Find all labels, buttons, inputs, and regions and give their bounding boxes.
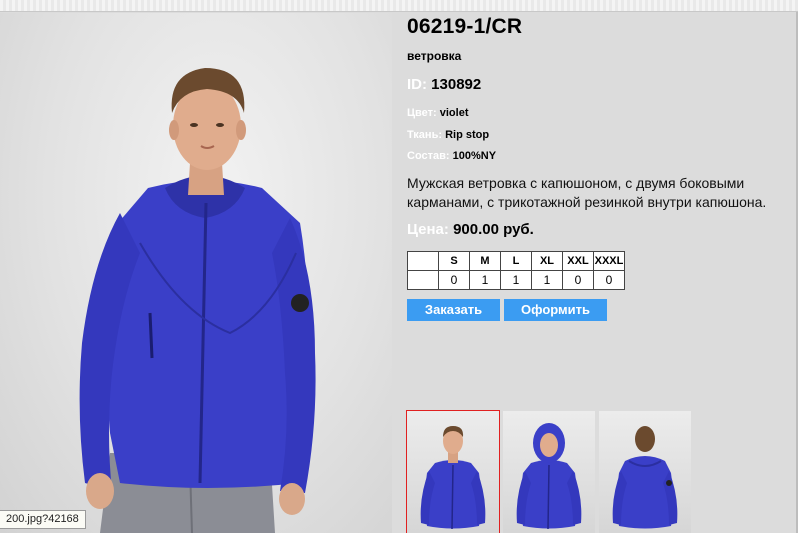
color-label: Цвет: [407,107,437,119]
size-qty-xxxl[interactable]: 0 [593,270,625,290]
size-header-blank [407,251,439,271]
color-value: violet [439,107,469,119]
thumbnail-back[interactable] [599,411,691,533]
size-header-row: S M L XL XXL XXXL [407,251,625,271]
product-type: ветровка [407,49,462,63]
main-product-photo [0,13,392,533]
thumbnail-hood-up[interactable] [503,411,595,533]
composition-value: 100%NY [452,150,497,162]
checkout-button[interactable]: Оформить [504,299,607,321]
product-id-row: ID: 130892 [407,76,481,93]
product-description: Мужская ветровка с капюшоном, с двумя бо… [407,175,767,210]
price-label: Цена: [407,221,449,238]
size-qty-s[interactable]: 0 [438,270,470,290]
price-value: 900.00 руб. [453,221,534,238]
size-header-m: M [469,251,501,271]
size-header-xxl: XXL [562,251,594,271]
order-button[interactable]: Заказать [407,299,500,321]
browser-top-strip [0,0,798,12]
product-sku-title: 06219-1/CR [407,15,523,38]
size-header-l: L [500,251,532,271]
status-bar-url: 200.jpg?42168 [0,510,86,529]
size-qty-xl[interactable]: 1 [531,270,563,290]
size-qty-blank [407,270,439,290]
size-availability-table: S M L XL XXL XXXL 0 1 1 1 0 0 [407,251,625,290]
size-header-s: S [438,251,470,271]
fabric-row: Ткань: Rip stop [407,129,489,141]
size-qty-m[interactable]: 1 [469,270,501,290]
composition-row: Состав: 100%NY [407,150,496,162]
color-row: Цвет: violet [407,107,468,119]
id-value: 130892 [431,76,482,93]
id-label: ID: [407,76,427,93]
composition-label: Состав: [407,150,450,162]
size-header-xl: XL [531,251,563,271]
fabric-label: Ткань: [407,129,442,141]
thumbnail-front[interactable] [406,410,500,533]
size-qty-row: 0 1 1 1 0 0 [407,270,625,290]
size-qty-xxl[interactable]: 0 [562,270,594,290]
size-qty-l[interactable]: 1 [500,270,532,290]
size-header-xxxl: XXXL [593,251,625,271]
fabric-value: Rip stop [445,129,490,141]
price-row: Цена: 900.00 руб. [407,221,534,238]
